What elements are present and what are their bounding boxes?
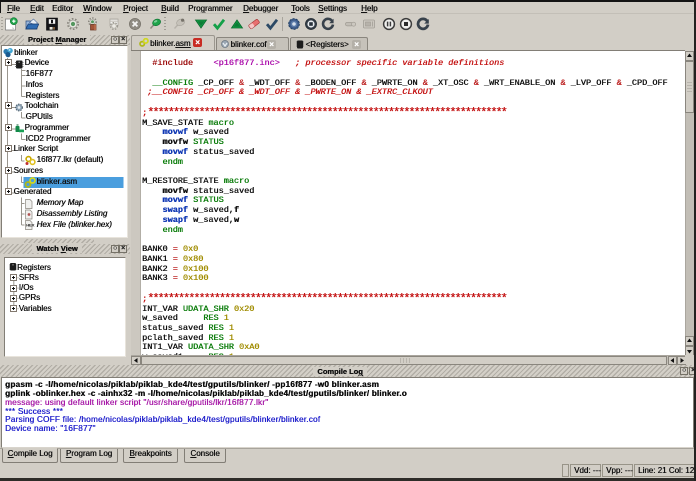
svg-text:HEX: HEX xyxy=(26,222,35,227)
